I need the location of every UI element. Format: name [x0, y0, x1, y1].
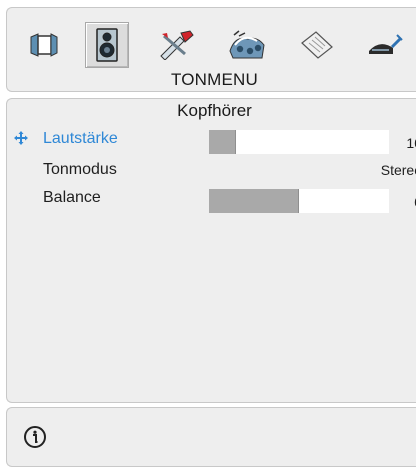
setting-value: Stereo: [380, 162, 416, 178]
picture-icon[interactable]: [22, 22, 66, 68]
installation-icon[interactable]: [363, 22, 407, 68]
setting-label: Balance: [43, 189, 101, 206]
menu-icon-row: [7, 22, 416, 68]
setting-row-tonmodus[interactable]: Tonmodus Stereo: [7, 161, 416, 183]
setting-row-lautstaerke[interactable]: Lautstärke 10: [7, 130, 416, 154]
sound-speaker-icon[interactable]: [85, 22, 129, 68]
selection-cursor-icon: [14, 131, 28, 145]
setting-label: Lautstärke: [43, 130, 118, 147]
main-menu-panel: TONMENU: [6, 7, 416, 92]
tools-icon[interactable]: [154, 22, 198, 68]
document-icon[interactable]: [295, 22, 339, 68]
info-icon[interactable]: [23, 425, 47, 449]
menu-title: TONMENU: [170, 70, 259, 89]
volume-slider[interactable]: [209, 130, 389, 154]
setting-label: Tonmodus: [43, 161, 117, 178]
volume-slider-fill: [209, 130, 236, 154]
balance-slider-fill: [209, 189, 299, 213]
balance-slider[interactable]: [209, 189, 389, 213]
info-panel: [6, 407, 416, 467]
setting-row-balance[interactable]: Balance 0: [7, 189, 416, 213]
setting-value: 10: [406, 135, 416, 151]
section-title: Kopfhörer: [177, 101, 252, 120]
settings-panel: Kopfhörer Lautstärke 10 Tonmodus Stereo …: [6, 98, 416, 403]
source-settings-icon[interactable]: [225, 22, 269, 68]
